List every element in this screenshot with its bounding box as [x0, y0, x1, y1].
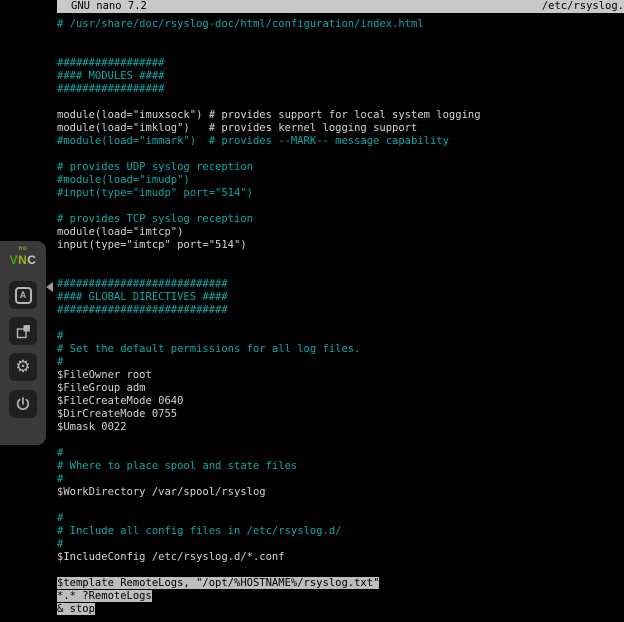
nano-titlebar: GNU nano 7.2 /etc/rsyslog.: [57, 0, 624, 13]
editor-line: $template RemoteLogs, "/opt/%HOSTNAME%/r…: [57, 577, 624, 590]
keyboard-key-icon: A: [15, 287, 32, 304]
editor-line: $FileCreateMode 0640: [57, 395, 624, 408]
editor-line: [57, 148, 624, 161]
editor-line: # provides UDP syslog reception: [57, 161, 624, 174]
editor-line: #### MODULES ####: [57, 70, 624, 83]
editor-line: [57, 499, 624, 512]
editor-line: [57, 434, 624, 447]
settings-button[interactable]: ⚙: [9, 353, 37, 381]
editor-line: #################: [57, 83, 624, 96]
app-title: GNU nano 7.2: [71, 0, 147, 13]
editor-line: $WorkDirectory /var/spool/rsyslog: [57, 486, 624, 499]
editor-line: $IncludeConfig /etc/rsyslog.d/*.conf: [57, 551, 624, 564]
editor-line: #: [57, 447, 624, 460]
editor-line: [57, 200, 624, 213]
editor-line: $FileOwner root: [57, 369, 624, 382]
editor-line: & stop: [57, 603, 624, 616]
editor-line: #: [57, 538, 624, 551]
editor-line: $DirCreateMode 0755: [57, 408, 624, 421]
editor-line: # Include all config files in /etc/rsysl…: [57, 525, 624, 538]
editor-line: module(load="imtcp"): [57, 226, 624, 239]
power-icon: [15, 396, 31, 412]
editor-line: module(load="imuxsock") # provides suppo…: [57, 109, 624, 122]
editor-line: [57, 31, 624, 44]
editor-line: # Where to place spool and state files: [57, 460, 624, 473]
editor-line: #: [57, 330, 624, 343]
editor-line: #### GLOBAL DIRECTIVES ####: [57, 291, 624, 304]
editor-line: [57, 564, 624, 577]
editor-line: # Set the default permissions for all lo…: [57, 343, 624, 356]
editor-line: *.* ?RemoteLogs: [57, 590, 624, 603]
power-button[interactable]: [9, 390, 37, 418]
fullscreen-icon: [15, 323, 32, 340]
vnc-logo-no-text: no: [0, 246, 46, 252]
gear-icon: ⚙: [15, 359, 30, 376]
editor-line: module(load="imklog") # provides kernel …: [57, 122, 624, 135]
editor-line: #################: [57, 57, 624, 70]
fullscreen-button[interactable]: [9, 317, 37, 345]
keyboard-button[interactable]: A: [9, 281, 37, 309]
editor-line: [57, 96, 624, 109]
editor-line: $Umask 0022: [57, 421, 624, 434]
file-path: /etc/rsyslog.: [542, 0, 624, 13]
editor-line: # provides TCP syslog reception: [57, 213, 624, 226]
vnc-logo: no VNC: [0, 241, 46, 268]
editor-line: #: [57, 356, 624, 369]
editor-line: ###########################: [57, 304, 624, 317]
editor-line: # /usr/share/doc/rsyslog-doc/html/config…: [57, 18, 624, 31]
editor-line: [57, 265, 624, 278]
editor-line: #module(load="immark") # provides --MARK…: [57, 135, 624, 148]
vnc-control-panel: no VNC A ⚙: [0, 241, 46, 445]
editor-line: #module(load="imudp"): [57, 174, 624, 187]
chevron-left-icon: [46, 282, 53, 292]
editor-line: ###########################: [57, 278, 624, 291]
editor-line: #input(type="imudp" port="514"): [57, 187, 624, 200]
editor-line: #: [57, 473, 624, 486]
editor-line: $FileGroup adm: [57, 382, 624, 395]
editor-line: [57, 317, 624, 330]
terminal-window: GNU nano 7.2 /etc/rsyslog. # /usr/share/…: [57, 0, 624, 622]
editor-line: input(type="imtcp" port="514"): [57, 239, 624, 252]
editor-area[interactable]: # /usr/share/doc/rsyslog-doc/html/config…: [57, 18, 624, 616]
vnc-logo-text: VNC: [10, 253, 37, 267]
editor-line: [57, 44, 624, 57]
editor-line: [57, 252, 624, 265]
editor-line: #: [57, 512, 624, 525]
